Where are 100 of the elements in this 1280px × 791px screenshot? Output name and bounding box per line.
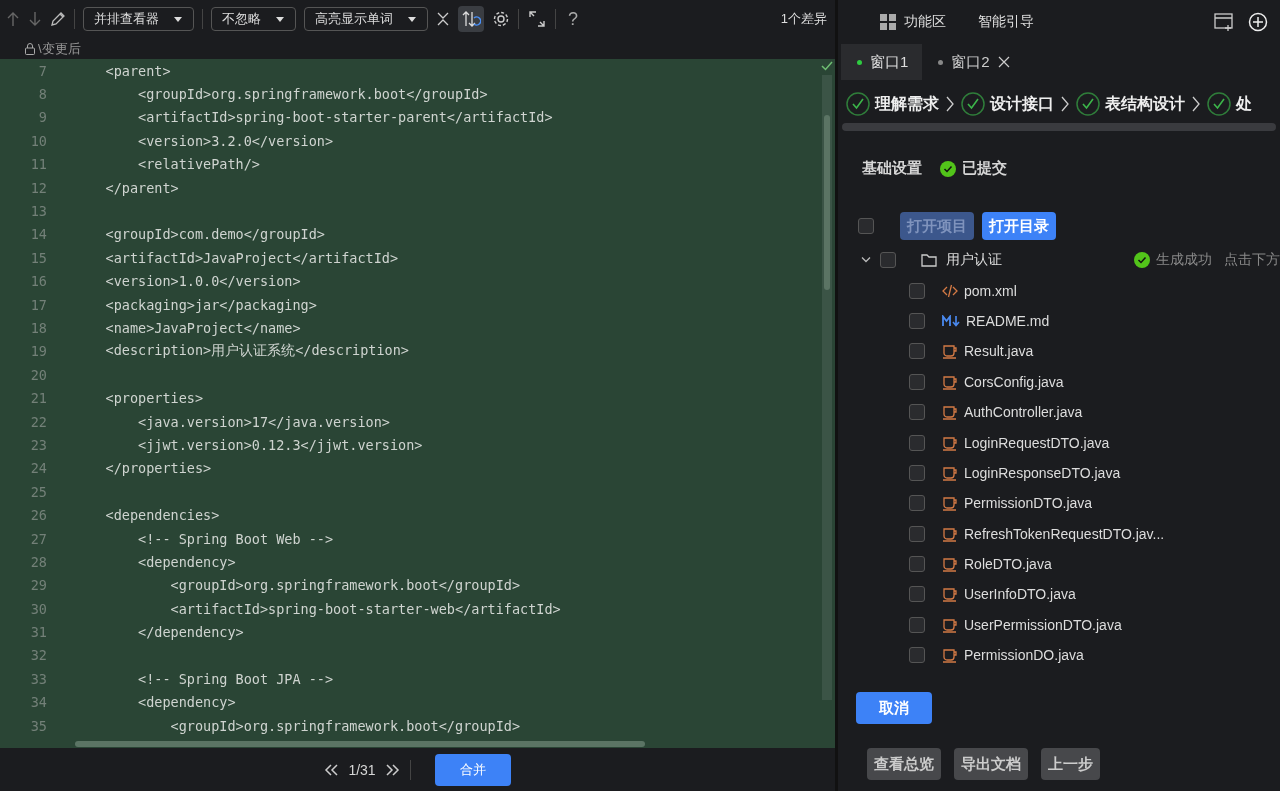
line-number: 32 [29,647,47,664]
folder-name[interactable]: 用户认证 [946,251,1002,270]
window-tab[interactable]: 窗口1 [841,44,923,80]
cup-icon [942,404,958,421]
arrow-down-icon[interactable] [28,11,42,27]
horizontal-scrollbar[interactable] [75,741,645,747]
file-name[interactable]: PermissionDO.java [964,647,1084,664]
arrow-up-icon[interactable] [6,11,20,27]
footer-button[interactable]: 上一步 [1041,748,1100,781]
window-tab[interactable]: 窗口2 [922,44,1024,80]
footer-button[interactable]: 导出文档 [954,748,1028,781]
new-window-icon[interactable] [1214,13,1234,31]
cup-icon [942,616,958,633]
code-line: <artifactId>JavaProject</artifactId> [104,249,399,266]
checkbox[interactable] [909,616,925,633]
highlight-dropdown[interactable]: 高亮显示单词 [304,7,428,31]
checkbox[interactable] [909,556,925,573]
code-line: <java.version>17</java.version> [137,413,390,430]
file-name[interactable]: README.md [966,312,1050,329]
file-name[interactable]: PermissionDTO.java [964,495,1093,512]
step[interactable]: 理解需求 [846,92,939,116]
cup-icon [942,647,958,664]
file-name[interactable]: pom.xml [964,282,1017,299]
double-left-icon[interactable] [324,762,339,777]
checkbox[interactable] [909,312,925,329]
cup-icon [942,586,958,603]
checkbox[interactable] [858,218,874,234]
code-line: <!-- Spring Boot Web --> [137,530,334,547]
file-name[interactable]: Result.java [964,343,1034,360]
cancel-button[interactable]: 取消 [856,692,932,725]
checkbox[interactable] [909,495,925,512]
code-line: <dependencies> [104,507,220,524]
sync-scroll-toggle[interactable] [458,6,484,32]
code-line: <parent> [104,62,171,79]
vertical-scrollbar[interactable] [822,75,832,700]
file-path: \变更后 [38,39,81,58]
file-name[interactable]: LoginResponseDTO.java [964,464,1121,481]
step[interactable]: 处 [1207,92,1252,116]
checkbox[interactable] [909,373,925,390]
line-number: 23 [29,436,47,453]
code-editor[interactable] [0,59,835,748]
cup-icon [942,434,958,451]
chevron-right-icon [1060,96,1070,112]
open-button[interactable]: 打开目录 [982,212,1056,240]
line-number: 30 [29,600,47,617]
file-name[interactable]: AuthController.java [964,404,1083,421]
double-right-icon[interactable] [385,762,400,777]
close-icon[interactable] [997,56,1010,68]
cup-icon [942,525,958,542]
footer-button[interactable]: 查看总览 [867,748,941,781]
caret-icon [407,15,417,23]
file-name[interactable]: CorsConfig.java [964,373,1064,390]
checkbox[interactable] [909,586,925,603]
line-number: 9 [37,109,47,126]
merge-button[interactable]: 合并 [434,753,511,786]
file-name[interactable]: RefreshTokenRequestDTO.jav... [964,525,1165,542]
cup-icon [942,343,958,360]
code-line: <description>用户认证系统</description> [104,342,409,361]
page-indicator: 1/31 [348,761,376,778]
line-number: 28 [29,553,47,570]
panel-tab[interactable]: 智能引导 [978,13,1034,31]
line-number: 16 [29,273,47,290]
success-icon [940,160,956,177]
chevron-down-icon[interactable] [861,256,871,265]
cup-icon [942,495,958,512]
cup-icon [942,373,958,390]
checkbox[interactable] [909,404,925,421]
line-number: 13 [29,203,47,220]
chevron-right-icon [1191,96,1201,112]
file-name[interactable]: UserPermissionDTO.java [964,616,1122,633]
checkbox[interactable] [909,647,925,664]
ignore-dropdown[interactable]: 不忽略 [211,7,296,31]
view-mode-dropdown[interactable]: 并排查看器 [83,7,194,31]
line-number: 11 [29,156,47,173]
step[interactable]: 设计接口 [961,92,1054,116]
step[interactable]: 表结构设计 [1076,92,1185,116]
add-icon[interactable] [1248,12,1268,32]
checkbox[interactable] [909,525,925,542]
checkbox[interactable] [909,282,925,299]
code-line: <dependency> [137,553,236,570]
code-line: <groupId>com.demo</groupId> [104,226,325,243]
file-name[interactable]: UserInfoDTO.java [964,586,1076,603]
settings-icon[interactable] [492,10,510,28]
checkbox[interactable] [880,252,896,269]
code-line: </dependency> [137,624,244,641]
help-button[interactable]: ? [564,8,582,30]
horizontal-scrollbar[interactable] [842,123,1276,131]
checkbox[interactable] [909,434,925,451]
code-line: <groupId>org.springframework.boot</groupId> [137,86,488,103]
checkbox[interactable] [909,343,925,360]
folder-icon [921,253,937,268]
cup-icon [942,556,958,573]
file-name[interactable]: RoleDTO.java [964,556,1052,573]
hint-text: 点击下方 [1224,251,1280,270]
pencil-icon[interactable] [50,11,66,27]
code-icon [942,283,958,298]
panel-tab[interactable]: 功能区 [880,13,946,31]
file-name[interactable]: LoginRequestDTO.java [964,434,1110,451]
checkbox[interactable] [909,464,925,481]
line-number: 22 [29,413,47,430]
